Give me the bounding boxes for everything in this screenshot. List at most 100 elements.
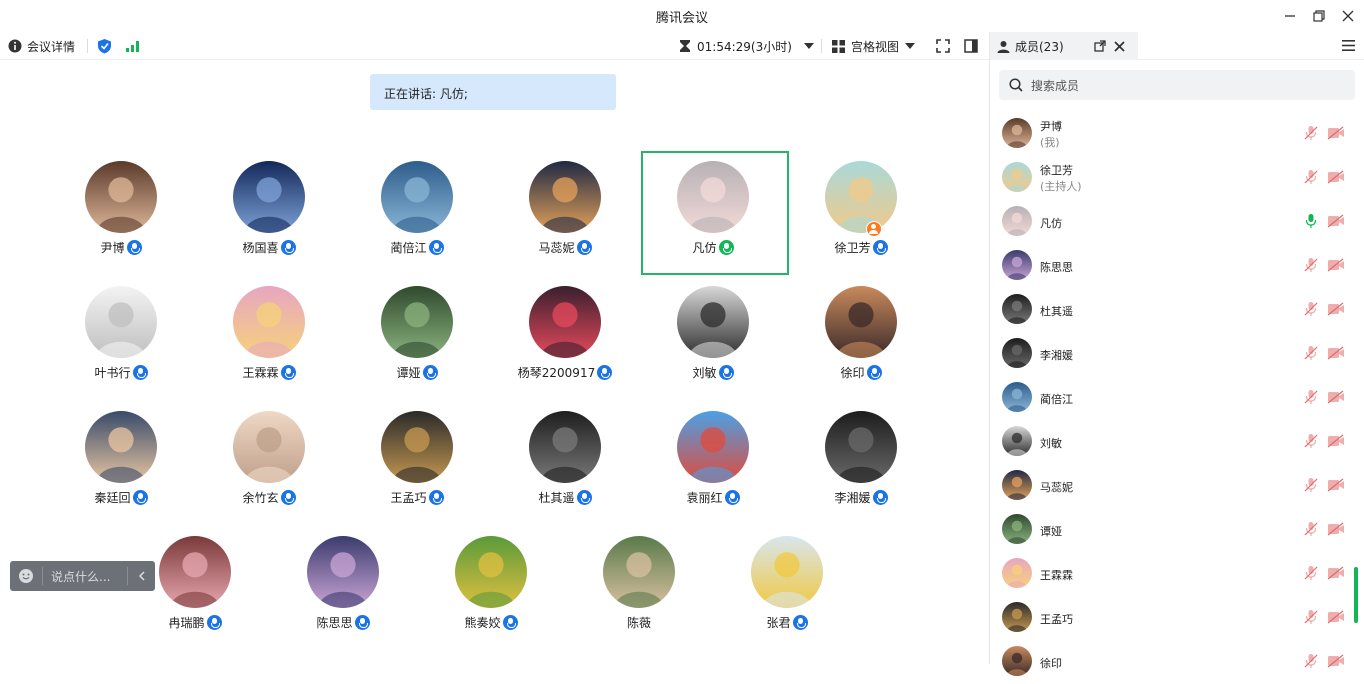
- participant-tile[interactable]: 谭娅: [352, 286, 482, 396]
- member-row[interactable]: 刘敏: [990, 420, 1364, 464]
- mic-muted-icon[interactable]: [1304, 345, 1318, 361]
- camera-off-icon[interactable]: [1327, 434, 1345, 448]
- participant-tile[interactable]: 马蕊妮: [500, 161, 630, 271]
- participant-tile[interactable]: 熊奏姣: [426, 536, 556, 646]
- participant-tile[interactable]: 余竹玄: [204, 411, 334, 521]
- member-role: (主持人): [1040, 180, 1082, 193]
- close-panel-icon[interactable]: [1114, 40, 1125, 52]
- emoji-icon[interactable]: [18, 568, 34, 584]
- mic-muted-icon[interactable]: [1304, 609, 1318, 625]
- participant-tile[interactable]: 叶书行: [56, 286, 186, 396]
- member-row[interactable]: 陈思思: [990, 244, 1364, 288]
- participant-name: 王孟巧: [390, 491, 427, 505]
- mic-on-icon: [422, 365, 438, 380]
- participant-tile[interactable]: 陈思思: [278, 536, 408, 646]
- participant-tile[interactable]: 王孟巧: [352, 411, 482, 521]
- chevron-left-icon[interactable]: [138, 571, 146, 581]
- participant-tile[interactable]: 秦廷回: [56, 411, 186, 521]
- popout-icon[interactable]: [1093, 40, 1106, 52]
- mic-muted-icon[interactable]: [1304, 169, 1318, 185]
- camera-off-icon[interactable]: [1327, 302, 1345, 316]
- avatar-image: [825, 286, 897, 358]
- mic-muted-icon[interactable]: [1304, 653, 1318, 669]
- mic-on-icon[interactable]: [1304, 213, 1318, 229]
- mic-muted-icon[interactable]: [1304, 433, 1318, 449]
- participant-tile[interactable]: 蔺倍江: [352, 161, 482, 271]
- camera-off-icon[interactable]: [1327, 346, 1345, 360]
- camera-off-icon[interactable]: [1327, 258, 1345, 272]
- participant-tile[interactable]: 冉瑞鹏: [130, 536, 260, 646]
- participant-name: 徐卫芳: [834, 241, 871, 255]
- member-search-input[interactable]: 搜索成员: [999, 70, 1355, 100]
- camera-off-icon[interactable]: [1327, 390, 1345, 404]
- camera-off-icon[interactable]: [1327, 214, 1345, 228]
- camera-off-icon[interactable]: [1327, 566, 1345, 580]
- avatar: [233, 161, 305, 233]
- member-row[interactable]: 谭娅: [990, 508, 1364, 552]
- participant-tile[interactable]: 徐印: [796, 286, 926, 396]
- participant-tile[interactable]: 尹博: [56, 161, 186, 271]
- member-row[interactable]: 杜其遥: [990, 288, 1364, 332]
- camera-off-icon[interactable]: [1327, 610, 1345, 624]
- mic-on-icon: [132, 490, 148, 505]
- members-panel: 成员(23) 搜索成员 尹博 (我) 徐卫芳 (主持人) 凡仿 陈思思 杜其遥 李湘媛 蔺倍江刘…: [990, 32, 1364, 676]
- restore-icon[interactable]: [1309, 6, 1329, 26]
- member-row[interactable]: 蔺倍江: [990, 376, 1364, 420]
- member-row[interactable]: 李湘媛: [990, 332, 1364, 376]
- meeting-info-button[interactable]: 会议详情: [8, 32, 75, 60]
- participant-tile[interactable]: 杨琴2200917: [500, 286, 630, 396]
- participant-tile[interactable]: 王霖霖: [204, 286, 334, 396]
- chat-input-placeholder[interactable]: 说点什么...: [51, 568, 127, 585]
- participant-tile[interactable]: 杜其遥: [500, 411, 630, 521]
- participant-tile[interactable]: 徐卫芳: [796, 161, 926, 271]
- avatar: [159, 536, 231, 608]
- menu-icon[interactable]: [1342, 40, 1355, 51]
- sidebar-toggle-icon[interactable]: [964, 32, 978, 60]
- member-row[interactable]: 尹博 (我): [990, 112, 1364, 156]
- security-shield-icon[interactable]: [97, 32, 112, 60]
- camera-off-icon[interactable]: [1327, 654, 1345, 668]
- tab-members[interactable]: 成员(23): [990, 32, 1138, 60]
- participant-name-row: 王霖霖: [204, 364, 334, 381]
- member-row[interactable]: 王孟巧: [990, 596, 1364, 640]
- avatar: [85, 411, 157, 483]
- participant-tile[interactable]: 凡仿: [648, 161, 778, 271]
- camera-off-icon[interactable]: [1327, 478, 1345, 492]
- avatar: [751, 536, 823, 608]
- participant-tile[interactable]: 张君: [722, 536, 852, 646]
- close-window-icon[interactable]: [1338, 6, 1358, 26]
- member-row[interactable]: 马蕊妮: [990, 464, 1364, 508]
- member-row[interactable]: 徐印: [990, 640, 1364, 684]
- participant-tile[interactable]: 刘敏: [648, 286, 778, 396]
- member-row[interactable]: 王霖霖: [990, 552, 1364, 596]
- mic-muted-icon[interactable]: [1304, 521, 1318, 537]
- participant-tile[interactable]: 袁丽红: [648, 411, 778, 521]
- member-row[interactable]: 凡仿: [990, 200, 1364, 244]
- member-list-scrollbar[interactable]: [1354, 567, 1358, 623]
- participant-name: 余竹玄: [242, 491, 279, 505]
- avatar: [455, 536, 527, 608]
- participant-tile[interactable]: 陈薇: [574, 536, 704, 646]
- meeting-timer[interactable]: 01:54:29(3小时): [679, 32, 814, 60]
- fullscreen-icon[interactable]: [936, 32, 950, 60]
- participant-tile[interactable]: 杨国喜: [204, 161, 334, 271]
- mic-muted-icon[interactable]: [1304, 125, 1318, 141]
- chat-input-bar[interactable]: 说点什么...: [10, 561, 155, 591]
- member-row[interactable]: 徐卫芳 (主持人): [990, 156, 1364, 200]
- signal-strength-icon[interactable]: [125, 32, 141, 60]
- mic-muted-icon[interactable]: [1304, 389, 1318, 405]
- minimize-icon[interactable]: [1280, 6, 1300, 26]
- mic-muted-icon[interactable]: [1304, 257, 1318, 273]
- participant-tile[interactable]: 李湘媛: [796, 411, 926, 521]
- camera-off-icon[interactable]: [1327, 126, 1345, 140]
- camera-off-icon[interactable]: [1327, 522, 1345, 536]
- view-mode-button[interactable]: 宫格视图: [832, 32, 916, 60]
- member-name: 徐卫芳: [1040, 164, 1073, 177]
- avatar-image: [529, 286, 601, 358]
- title-bar: 腾讯会议: [0, 0, 1364, 32]
- mic-muted-icon[interactable]: [1304, 301, 1318, 317]
- camera-off-icon[interactable]: [1327, 170, 1345, 184]
- mic-muted-icon[interactable]: [1304, 565, 1318, 581]
- mic-muted-icon[interactable]: [1304, 477, 1318, 493]
- avatar-image: [1002, 294, 1032, 324]
